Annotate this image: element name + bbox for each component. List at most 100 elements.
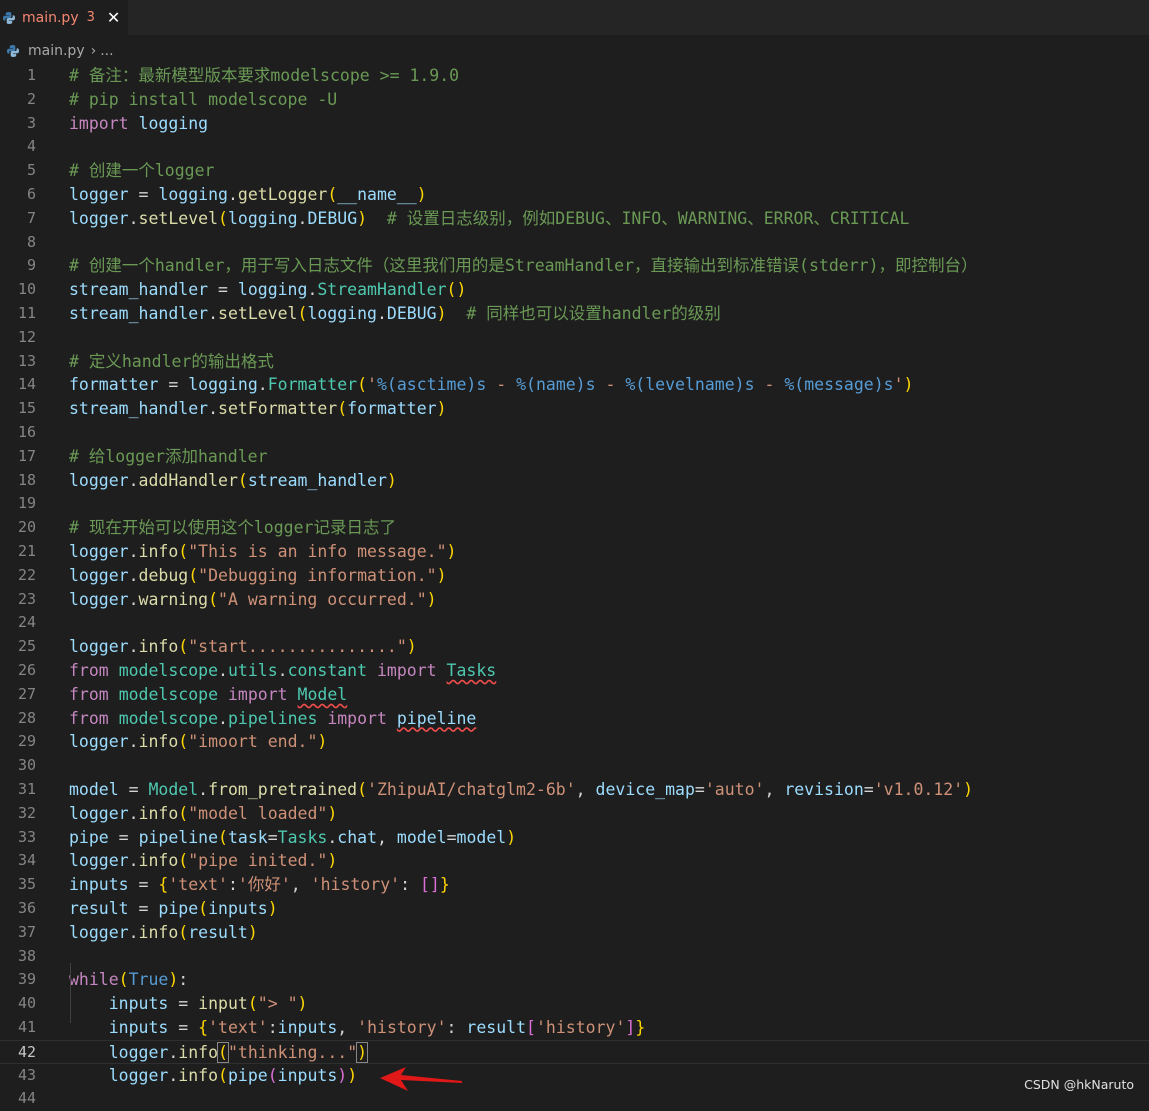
- code-line[interactable]: 11 stream_handler.setLevel(logging.DEBUG)…: [0, 302, 1149, 326]
- code-text: logger.info(pipe(inputs)): [69, 1064, 357, 1088]
- code-token: :: [400, 875, 420, 895]
- code-token: logger: [69, 637, 129, 657]
- line-number: 25: [17, 637, 36, 656]
- code-line[interactable]: 34 logger.info("pipe inited."): [0, 849, 1149, 873]
- code-token: ): [436, 304, 447, 323]
- code-token: ): [436, 565, 447, 585]
- code-line[interactable]: 2 # pip install modelscope -U: [0, 88, 1149, 112]
- code-token: constant: [287, 661, 368, 680]
- code-token: pipe: [227, 1065, 268, 1085]
- code-line[interactable]: 26 from modelscope.utils.constant import …: [0, 659, 1149, 683]
- code-line[interactable]: 4: [0, 135, 1149, 159]
- code-token: 'history': [310, 875, 401, 895]
- code-token: logger: [69, 803, 129, 823]
- code-text: # 现在开始可以使用这个logger记录日志了: [69, 516, 396, 540]
- code-line[interactable]: 7 logger.setLevel(logging.DEBUG) # 设置日志级别…: [0, 207, 1149, 231]
- code-line[interactable]: 10 stream_handler = logging.StreamHandler…: [0, 278, 1149, 302]
- code-token: ': [367, 375, 377, 395]
- line-number: 23: [17, 589, 36, 608]
- code-editor[interactable]: 1 # 备注：最新模型版本要求modelscope >= 1.9.0 2 # pip …: [0, 64, 1149, 1107]
- code-token: logger: [69, 589, 129, 609]
- code-text: logger.setLevel(logging.DEBUG) # 设置日志级别，…: [69, 207, 909, 231]
- code-line[interactable]: 28 from modelscope.pipelines import pipel…: [0, 707, 1149, 731]
- code-line[interactable]: 19: [0, 492, 1149, 516]
- code-text: logger.info("thinking..."): [69, 1041, 369, 1065]
- code-text: # 定义handler的输出格式: [69, 350, 274, 374]
- code-line[interactable]: 36 result = pipe(inputs): [0, 897, 1149, 921]
- code-line[interactable]: 27 from modelscope import Model: [0, 683, 1149, 707]
- code-line[interactable]: 32 logger.info("model loaded"): [0, 802, 1149, 826]
- code-line[interactable]: 24: [0, 611, 1149, 635]
- code-line[interactable]: 17 # 给logger添加handler: [0, 445, 1149, 469]
- code-line[interactable]: 13 # 定义handler的输出格式: [0, 350, 1149, 374]
- breadcrumb-more[interactable]: ...: [100, 43, 113, 59]
- code-token: info: [178, 1065, 219, 1085]
- code-line[interactable]: 40 inputs = input("> "): [0, 992, 1149, 1016]
- code-line[interactable]: 35 inputs = {'text':'你好', 'history': []}: [0, 873, 1149, 897]
- code-line[interactable]: 31 model = Model.from_pretrained('ZhipuAI…: [0, 778, 1149, 802]
- code-token: logger: [108, 1065, 169, 1085]
- code-token: import: [69, 113, 129, 133]
- code-token: ): [963, 780, 974, 799]
- close-icon[interactable]: ✕: [107, 8, 120, 27]
- code-line[interactable]: 12: [0, 326, 1149, 350]
- code-line[interactable]: 18 logger.addHandler(stream_handler): [0, 469, 1149, 493]
- chevron-right-icon: ›: [90, 43, 97, 59]
- line-number: 18: [17, 470, 36, 489]
- code-token: []: [419, 875, 440, 895]
- code-line[interactable]: 37 logger.info(result): [0, 921, 1149, 945]
- line-number: 4: [26, 137, 36, 156]
- code-line[interactable]: 30: [0, 754, 1149, 778]
- code-line[interactable]: 41 inputs = {'text':inputs, 'history': r…: [0, 1016, 1149, 1040]
- code-line[interactable]: 3 import logging: [0, 112, 1149, 136]
- code-token: Formatter: [267, 375, 358, 395]
- code-line[interactable]: 33 pipe = pipeline(task=Tasks.chat, model…: [0, 826, 1149, 850]
- code-line[interactable]: 6 logger = logging.getLogger(__name__): [0, 183, 1149, 207]
- code-line[interactable]: 5 # 创建一个logger: [0, 159, 1149, 183]
- code-token: "start...............": [188, 637, 407, 657]
- code-line[interactable]: 39 while(True):: [0, 968, 1149, 992]
- line-number: 21: [17, 542, 36, 560]
- code-token: logger: [69, 851, 129, 871]
- code-line[interactable]: 25 logger.info("start..............."): [0, 635, 1149, 659]
- tab-main-py[interactable]: main.py 3 ✕: [0, 0, 128, 35]
- code-line[interactable]: 44: [0, 1087, 1149, 1111]
- breadcrumb-file[interactable]: main.py: [28, 43, 85, 59]
- code-token: {: [198, 1018, 209, 1037]
- code-token: import: [327, 708, 387, 728]
- code-line[interactable]: 1 # 备注：最新模型版本要求modelscope >= 1.9.0: [0, 64, 1149, 88]
- code-token: %(message)s: [784, 375, 894, 395]
- code-line[interactable]: 15 stream_handler.setFormatter(formatter): [0, 397, 1149, 421]
- code-line[interactable]: 22 logger.debug("Debugging information."): [0, 564, 1149, 588]
- code-token: input: [198, 994, 248, 1014]
- code-token: # 创建一个handler，用于写入日志文件（这里我们用的是StreamHand…: [69, 256, 978, 276]
- code-token: StreamHandler: [317, 280, 447, 300]
- code-line[interactable]: 14 formatter = logging.Formatter('%(ascti…: [0, 373, 1149, 397]
- code-line[interactable]: 29 logger.info("imoort end."): [0, 730, 1149, 754]
- code-token: logger: [69, 208, 129, 228]
- code-token: inputs: [277, 1018, 338, 1037]
- code-line[interactable]: 20 # 现在开始可以使用这个logger记录日志了: [0, 516, 1149, 540]
- code-line[interactable]: 23 logger.warning("A warning occurred."): [0, 588, 1149, 612]
- code-text: logger = logging.getLogger(__name__): [69, 183, 427, 207]
- code-token: DEBUG: [307, 208, 358, 228]
- code-token: ,: [575, 780, 596, 799]
- code-token: info: [138, 851, 179, 871]
- code-token: .: [128, 803, 139, 823]
- code-token: info: [178, 1042, 219, 1062]
- line-number: 17: [17, 446, 36, 465]
- code-line[interactable]: 9 # 创建一个handler，用于写入日志文件（这里我们用的是StreamHan…: [0, 254, 1149, 278]
- code-line[interactable]: 8: [0, 231, 1149, 255]
- code-line[interactable]: 43 logger.info(pipe(inputs)): [0, 1064, 1149, 1088]
- code-line[interactable]: 42 logger.info("thinking..."): [0, 1039, 1149, 1065]
- code-token: [: [526, 1018, 536, 1037]
- code-line[interactable]: 21 logger.info("This is an info message."…: [0, 540, 1149, 564]
- code-line[interactable]: 38: [0, 945, 1149, 969]
- code-line[interactable]: 16: [0, 421, 1149, 445]
- code-token: pipe: [69, 827, 109, 847]
- code-text: stream_handler.setFormatter(formatter): [69, 397, 447, 421]
